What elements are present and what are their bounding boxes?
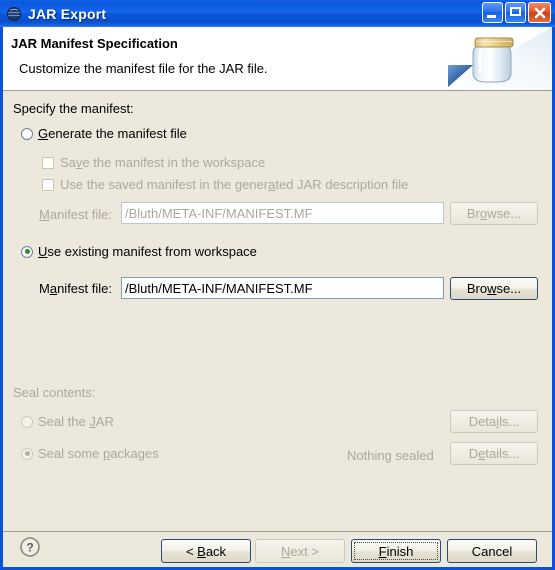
radio-indicator xyxy=(21,127,33,140)
existing-manifest-file-label: Manifest file: xyxy=(39,281,112,296)
checkbox-indicator xyxy=(42,156,54,169)
jar-illustration xyxy=(442,27,552,90)
minimize-button[interactable] xyxy=(482,2,503,23)
dialog-frame: JAR Manifest Specification Customize the… xyxy=(3,27,552,567)
radio-generate-manifest[interactable]: Generate the manifest file xyxy=(21,126,187,141)
radio-seal-jar-label: Seal the JAR xyxy=(38,414,114,429)
wizard-button-bar: ? < Back Next > Finish Cancel xyxy=(3,531,552,567)
radio-use-existing-manifest-label: Use existing manifest from workspace xyxy=(38,244,257,259)
radio-seal-jar[interactable]: Seal the JAR xyxy=(21,414,114,429)
title-bar: JAR Export xyxy=(0,0,555,27)
checkbox-use-saved-manifest[interactable]: Use the saved manifest in the generated … xyxy=(42,177,408,192)
svg-text:?: ? xyxy=(26,541,33,555)
seal-status-label: Nothing sealed xyxy=(347,448,434,463)
checkbox-save-manifest-workspace[interactable]: Save the manifest in the workspace xyxy=(42,155,265,170)
finish-button[interactable]: Finish xyxy=(351,539,441,563)
window-title: JAR Export xyxy=(28,5,107,22)
seal-contents-label: Seal contents: xyxy=(13,385,96,400)
cancel-button[interactable]: Cancel xyxy=(447,539,537,563)
back-button[interactable]: < Back xyxy=(161,539,251,563)
checkbox-indicator xyxy=(42,178,54,191)
page-title: JAR Manifest Specification xyxy=(11,36,178,51)
radio-indicator xyxy=(21,245,33,258)
checkbox-use-saved-manifest-label: Use the saved manifest in the generated … xyxy=(60,177,409,192)
maximize-button[interactable] xyxy=(505,2,526,23)
seal-packages-details-button[interactable]: Details... xyxy=(450,442,538,465)
help-question-icon[interactable]: ? xyxy=(19,536,41,558)
radio-indicator xyxy=(21,447,33,460)
jar-export-dialog: JAR Export JAR Manifest Specification Cu… xyxy=(0,0,555,570)
seal-jar-details-button[interactable]: Details... xyxy=(450,410,538,433)
wizard-body: Specify the manifest: Generate the manif… xyxy=(3,91,552,531)
generate-manifest-file-input[interactable] xyxy=(121,202,444,224)
window-controls xyxy=(482,2,551,23)
radio-use-existing-manifest[interactable]: Use existing manifest from workspace xyxy=(21,244,257,259)
existing-browse-button[interactable]: Browse... xyxy=(450,277,538,300)
jar-export-icon xyxy=(6,6,22,22)
radio-seal-some-packages[interactable]: Seal some packages xyxy=(21,446,159,461)
generate-browse-button[interactable]: Browse... xyxy=(450,202,538,225)
radio-seal-some-packages-label: Seal some packages xyxy=(38,446,159,461)
radio-generate-manifest-label: Generate the manifest file xyxy=(38,126,187,141)
page-subtitle: Customize the manifest file for the JAR … xyxy=(19,61,268,76)
radio-indicator xyxy=(21,415,33,428)
checkbox-save-manifest-workspace-label: Save the manifest in the workspace xyxy=(60,155,266,170)
wizard-header: JAR Manifest Specification Customize the… xyxy=(3,27,552,91)
specify-manifest-label: Specify the manifest: xyxy=(13,101,134,116)
close-button[interactable] xyxy=(528,2,551,23)
generate-manifest-file-label: Manifest file: xyxy=(39,207,112,222)
next-button[interactable]: Next > xyxy=(255,539,345,563)
existing-manifest-file-input[interactable] xyxy=(121,277,444,299)
